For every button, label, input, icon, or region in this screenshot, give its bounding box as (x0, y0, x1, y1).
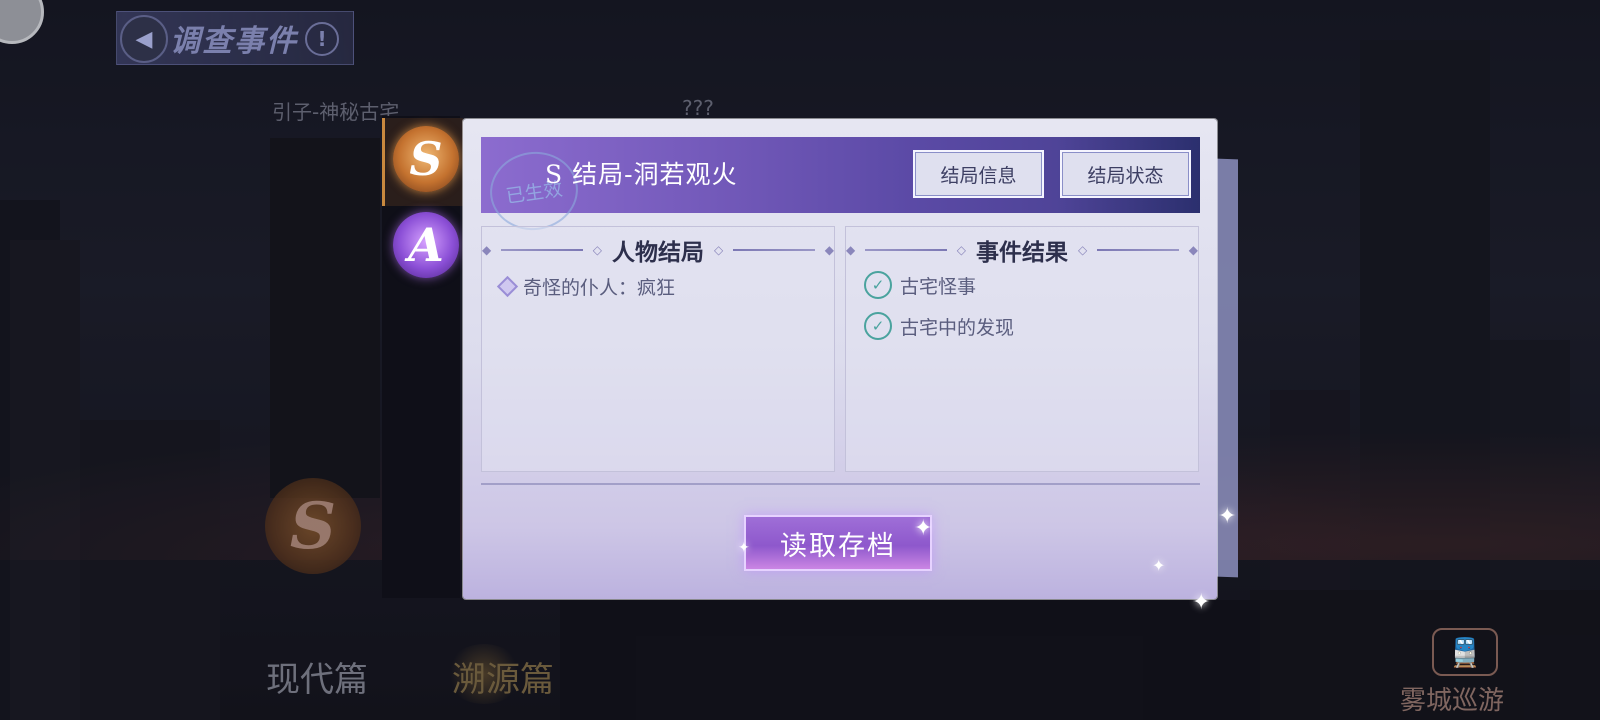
ornament-icon: ◆ (824, 243, 834, 257)
page-title: 调查事件 (170, 24, 298, 59)
arrow-left-icon[interactable]: ◀ (120, 15, 168, 63)
tier-a-medal[interactable]: A (393, 212, 459, 278)
exclamation-icon[interactable]: ! (305, 22, 339, 56)
chapter-label: 引子-神秘古宅 (272, 100, 400, 124)
diamond-bullet-icon (496, 275, 519, 298)
ending-info-button[interactable]: 结局信息 (913, 150, 1044, 198)
ornament-line (865, 249, 947, 251)
event-result-text: 古宅怪事 (900, 275, 977, 298)
panel-title: 事件结果 (976, 239, 1068, 266)
sparkle-icon: ✦ (1152, 556, 1166, 575)
ornament-icon: ◆ (1188, 243, 1198, 257)
sparkle-icon: ✦ (1192, 590, 1211, 615)
tab-modern[interactable]: 现代篇 (266, 652, 368, 701)
tab-origin[interactable]: 溯源篇 (452, 652, 554, 701)
list-item: ✓ 古宅怪事 (864, 271, 976, 299)
sparkle-icon: ✦ (1218, 504, 1237, 529)
ornament-icon: ◇ (714, 243, 724, 257)
tier-s-medal[interactable]: S (393, 126, 459, 192)
train-icon[interactable]: 🚆 (1432, 628, 1498, 676)
list-item: ✓ 古宅中的发现 (864, 312, 1014, 340)
check-icon: ✓ (864, 312, 892, 340)
ending-title: S 结局-洞若观火 (545, 160, 738, 189)
unknown-chapter-label: ??? (682, 96, 714, 120)
check-icon: ✓ (864, 271, 892, 299)
event-result-panel: ◆ ◇ 事件结果 ◇ ◆ ✓ 古宅怪事 ✓ 古宅中的发现 (845, 226, 1199, 472)
ornament-line (501, 249, 583, 251)
chapter-card (270, 138, 380, 498)
sparkle-icon: ✦ (914, 516, 933, 541)
panel-header: ◆ ◇ 事件结果 ◇ ◆ (846, 233, 1198, 267)
event-result-text: 古宅中的发现 (900, 316, 1015, 339)
ornament-line (1097, 249, 1179, 251)
ornament-icon: ◇ (592, 243, 602, 257)
character-ending-text: 奇怪的仆人：疯狂 (523, 277, 676, 299)
s-rank-badge: S (265, 478, 361, 574)
panel-title: 人物结局 (612, 239, 704, 266)
list-item: 奇怪的仆人：疯狂 (496, 273, 676, 300)
ornament-icon: ◆ (482, 243, 492, 257)
character-ending-panel: ◆ ◇ 人物结局 ◇ ◆ 奇怪的仆人：疯狂 (481, 226, 835, 472)
panel-header: ◆ ◇ 人物结局 ◇ ◆ (482, 233, 834, 267)
load-save-button[interactable]: 读取存档 (744, 515, 932, 571)
sparkle-icon: ✦ (738, 540, 750, 556)
ending-state-button[interactable]: 结局状态 (1060, 150, 1191, 198)
ornament-line (733, 249, 815, 251)
ornament-icon: ◆ (846, 243, 856, 257)
ornament-icon: ◇ (1078, 243, 1088, 257)
ornament-icon: ◇ (956, 243, 966, 257)
tour-label[interactable]: 雾城巡游 (1400, 680, 1504, 717)
dialog-divider (481, 483, 1200, 485)
